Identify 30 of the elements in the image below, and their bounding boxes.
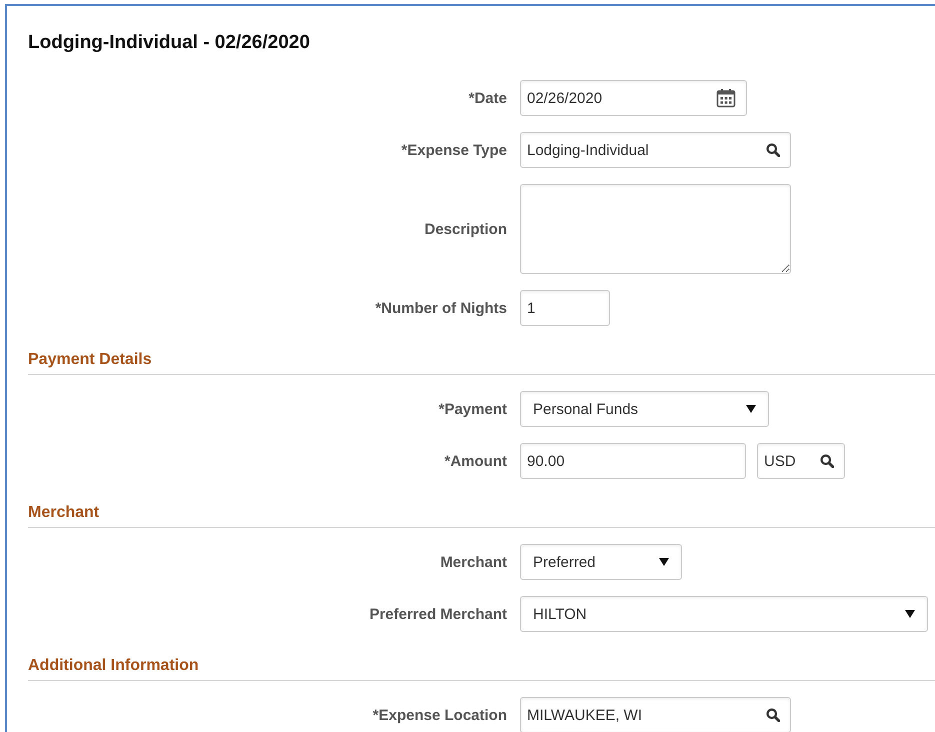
currency-field[interactable]: USD [757,443,845,479]
field-label: Merchant [440,554,507,570]
field-label: Description [424,220,507,238]
lookup-field[interactable]: Lodging-Individual [520,132,791,168]
search-icon[interactable] [766,143,780,157]
date-field[interactable]: 02/26/2020 [520,80,747,116]
field-label: *Expense Location [372,706,507,724]
amount-field[interactable]: 90.00 [520,443,746,479]
search-icon[interactable] [820,454,834,468]
page-title: Lodging-Individual - 02/26/2020 [28,31,311,55]
section-heading: Merchant [28,504,100,521]
dropdown[interactable]: HILTON [520,596,928,632]
caret-icon [659,558,669,566]
field-label: *Payment [438,400,507,418]
section-heading: Additional Information [28,657,199,674]
text-field[interactable]: 1 [520,290,610,326]
calendar-icon[interactable] [716,88,736,108]
section-heading: Payment Details [28,351,152,368]
dropdown[interactable]: Preferred [520,544,682,580]
field-label: *Number of Nights [375,300,507,316]
search-icon[interactable] [766,708,780,722]
field-label: Preferred Merchant [369,606,507,622]
field-label: *Amount [444,452,507,470]
dropdown[interactable]: Personal Funds [520,391,769,427]
lookup-field[interactable]: MILWAUKEE, WI [520,697,791,732]
field-label: *Expense Type [401,142,507,158]
caret-icon [746,405,756,413]
field-label: *Date [468,90,507,106]
description-field[interactable] [520,184,791,274]
caret-icon [905,610,915,618]
